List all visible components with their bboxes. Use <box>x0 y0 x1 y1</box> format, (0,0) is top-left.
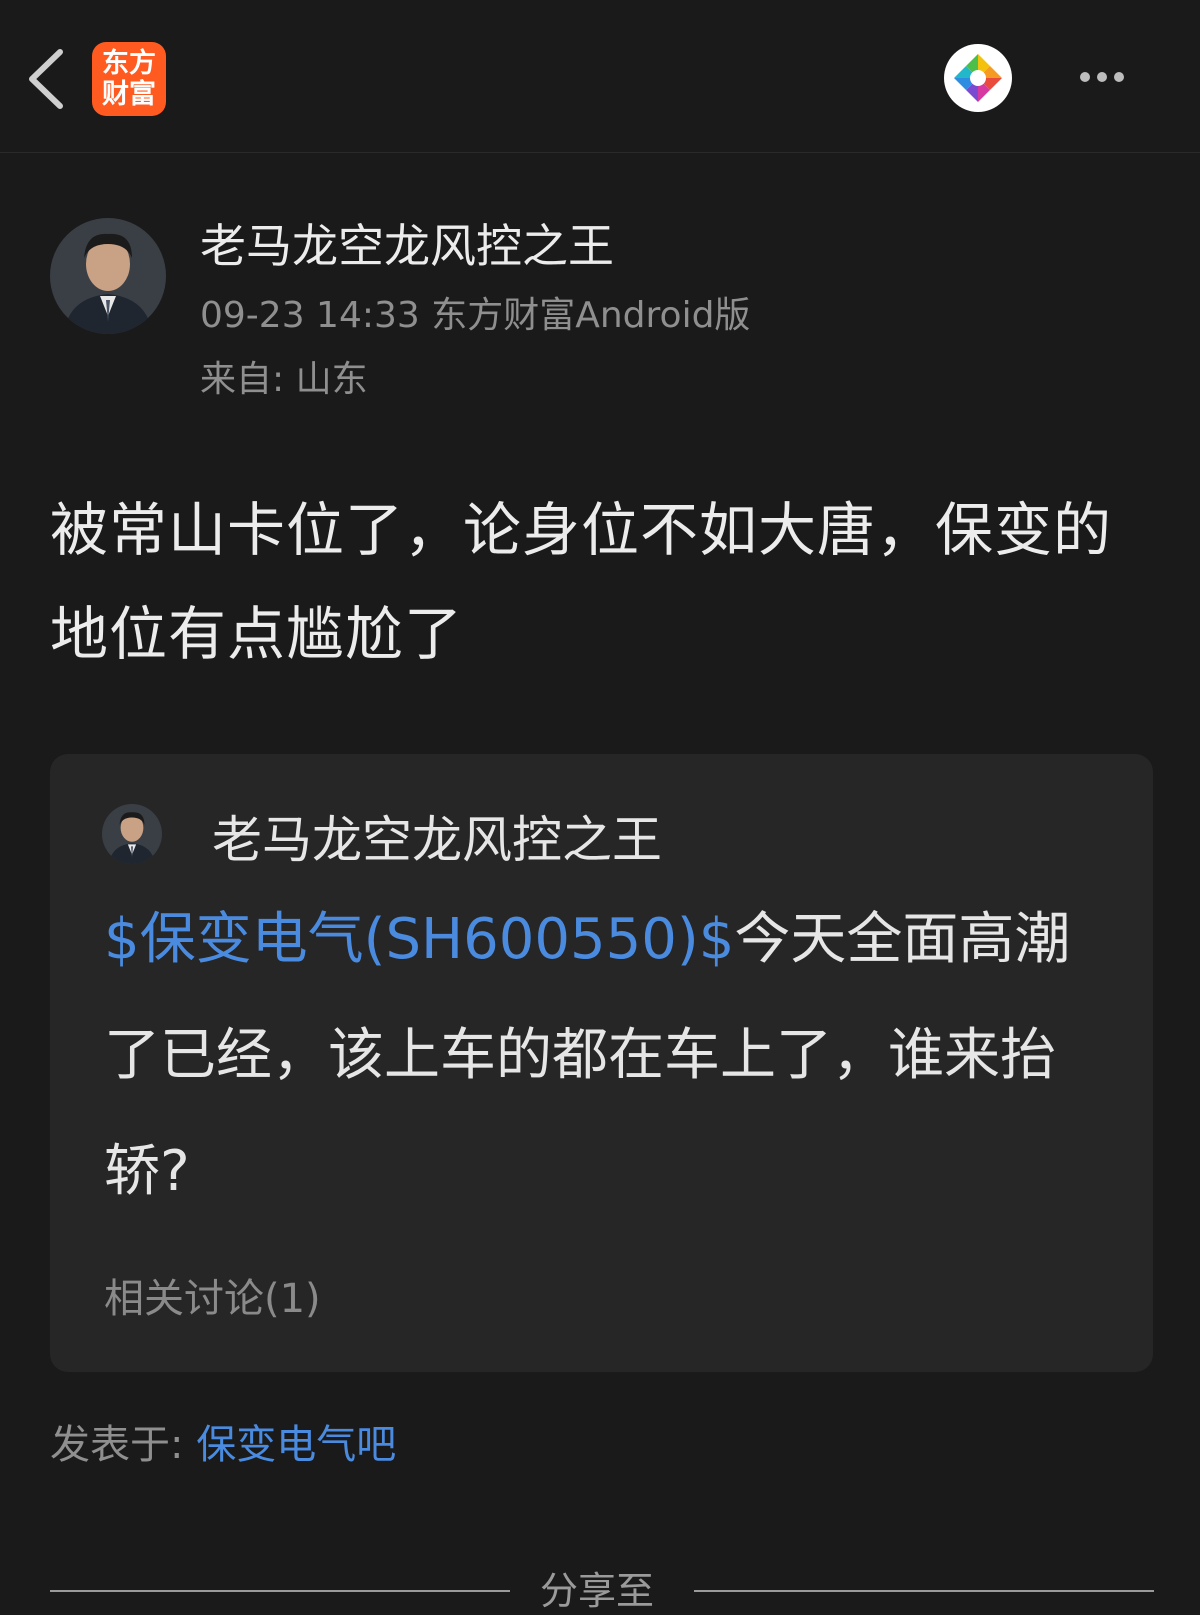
camera-aperture-icon[interactable] <box>944 44 1012 112</box>
app-logo-line1: 东方 <box>102 48 156 79</box>
author-avatar[interactable] <box>50 218 166 334</box>
more-dot-icon <box>1080 72 1090 82</box>
back-button[interactable] <box>22 44 72 114</box>
post-location: 来自: 山东 <box>200 359 368 400</box>
quote-author-avatar[interactable] <box>102 804 162 864</box>
more-dot-icon <box>1114 72 1124 82</box>
share-label: 分享至 <box>540 1569 655 1613</box>
posted-in-label: 发表于: <box>50 1422 197 1468</box>
share-divider-right <box>694 1590 1154 1592</box>
post-meta: 09-23 14:33 东方财富Android版 <box>200 295 751 336</box>
app-logo-line2: 财富 <box>102 79 156 110</box>
share-divider-left <box>50 1590 510 1592</box>
top-bar: 东方 财富 <box>0 0 1200 153</box>
quote-author-name[interactable]: 老马龙空龙风控之王 <box>212 800 662 872</box>
app-logo: 东方 财富 <box>92 42 166 116</box>
more-dot-icon <box>1097 72 1107 82</box>
quoted-post-card[interactable]: 老马龙空龙风控之王 $保变电气(SH600550)$今天全面高潮了已经，该上车的… <box>50 754 1153 1372</box>
avatar-portrait-icon <box>50 218 166 334</box>
related-discussions-link[interactable]: 相关讨论(1) <box>104 1266 321 1324</box>
author-name[interactable]: 老马龙空龙风控之王 <box>200 210 614 276</box>
stock-tag-link[interactable]: $保变电气(SH600550)$ <box>104 907 734 972</box>
chevron-left-icon <box>29 49 63 109</box>
post-body: 被常山卡位了，论身位不如大唐，保变的地位有点尴尬了 <box>50 496 1113 668</box>
avatar-portrait-icon <box>102 804 162 864</box>
forum-link[interactable]: 保变电气吧 <box>196 1422 396 1468</box>
more-options-button[interactable] <box>1080 62 1150 92</box>
posted-in: 发表于: 保变电气吧 <box>50 1412 396 1470</box>
quote-text: $保变电气(SH600550)$今天全面高潮了已经，该上车的都在车上了，谁来抬轿… <box>104 882 1104 1230</box>
